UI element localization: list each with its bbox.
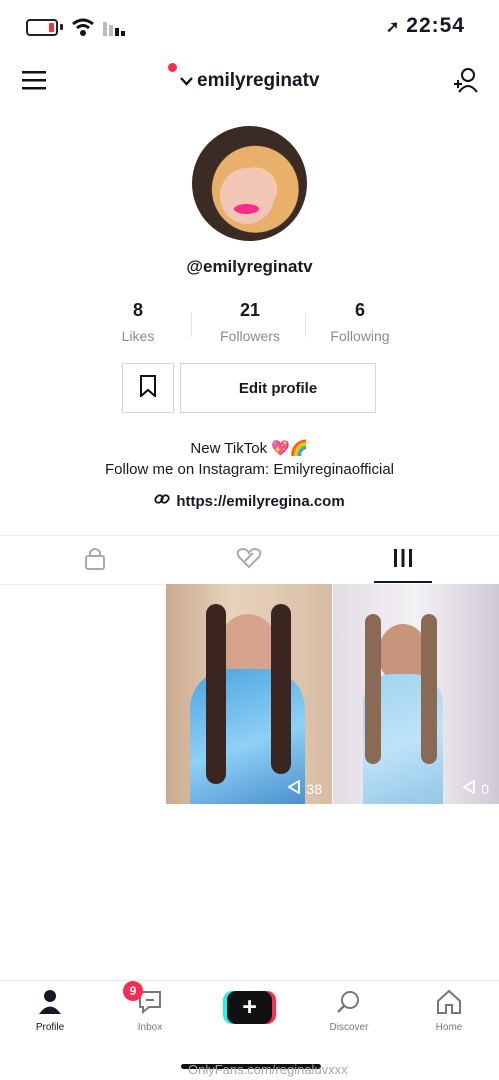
inbox-icon (137, 991, 163, 1018)
stat-label: Likes (121, 328, 155, 344)
location-arrow-icon: ➚ (385, 19, 401, 36)
thumb-hair (365, 614, 381, 764)
nav-label: Discover (329, 1022, 369, 1033)
thumb-hair (421, 614, 437, 764)
bookmark-icon (138, 374, 158, 402)
video-thumbnail[interactable]: 0 (333, 584, 499, 804)
thumb-hair (206, 604, 226, 784)
bio-line: Follow me on Instagram: Emilyreginaoffic… (104, 461, 394, 478)
nav-label: Profile (35, 1022, 65, 1033)
profile-link[interactable]: https://emilyregina.com (0, 491, 499, 511)
nav-label: Inbox (137, 1022, 163, 1033)
username-switcher[interactable]: emilyreginatv (180, 70, 320, 92)
menu-icon[interactable] (22, 70, 46, 95)
thumb-hair (271, 604, 291, 774)
link-icon (154, 491, 170, 511)
bio-line: New TikTok 💖🌈 (190, 440, 309, 457)
video-thumbnail[interactable]: 38 (166, 584, 332, 804)
liked-heart-icon (236, 547, 262, 574)
nav-profile[interactable]: Profile (0, 989, 100, 1033)
active-tab-indicator (374, 581, 432, 583)
home-icon (435, 989, 463, 1018)
profile-link-text: https://emilyregina.com (176, 492, 345, 510)
play-icon (462, 779, 476, 797)
stat-likes: 8 Likes (88, 300, 188, 344)
tab-liked[interactable] (166, 536, 332, 584)
search-icon (336, 991, 362, 1018)
content-tabs (0, 535, 499, 585)
add-user-icon[interactable] (450, 64, 482, 101)
stat-value: 21 (239, 300, 261, 320)
battery-icon (26, 18, 58, 36)
play-icon (287, 779, 301, 797)
plus-icon: + (227, 991, 272, 1024)
avatar-face (220, 168, 274, 224)
stat-label: Followers (220, 328, 280, 344)
chevron-down-icon (180, 70, 193, 92)
profile-icon (38, 990, 62, 1018)
profile-handle: @emilyreginatv (186, 257, 313, 276)
nav-home[interactable]: Home (399, 989, 499, 1033)
battery-tip (60, 24, 63, 30)
lock-icon (84, 546, 106, 575)
view-count: 38 (287, 779, 322, 797)
favorites-button[interactable] (122, 363, 174, 413)
grid-icon (393, 548, 413, 573)
live-dot (168, 63, 177, 72)
edit-profile-button[interactable]: Edit profile (180, 363, 376, 413)
view-count: 0 (462, 779, 489, 797)
stat-divider (191, 313, 192, 337)
avatar[interactable] (192, 126, 307, 241)
stat-following[interactable]: 6 Following (310, 300, 410, 344)
wifi-icon (71, 17, 95, 37)
cellular-icon (103, 18, 127, 36)
nav-label: Home (435, 1022, 463, 1033)
stat-value: 8 (132, 300, 143, 320)
nav-discover[interactable]: Discover (299, 989, 399, 1033)
stat-followers[interactable]: 21 Followers (200, 300, 300, 344)
header-username: emilyreginatv (197, 70, 320, 91)
status-time: ➚ 22:54 (385, 14, 465, 37)
create-button[interactable]: + (223, 991, 276, 1024)
stat-value: 6 (354, 300, 365, 320)
watermark: OnlyFans.com/reginaluvxxx (188, 1062, 348, 1077)
tab-private[interactable] (12, 536, 178, 584)
inbox-badge: 9 (123, 981, 143, 1001)
stat-label: Following (330, 328, 390, 344)
avatar-lips (234, 204, 259, 214)
tab-videos[interactable] (320, 536, 486, 584)
status-icons (26, 17, 127, 37)
nav-inbox[interactable]: Inbox (100, 989, 200, 1033)
stat-divider (305, 313, 306, 337)
